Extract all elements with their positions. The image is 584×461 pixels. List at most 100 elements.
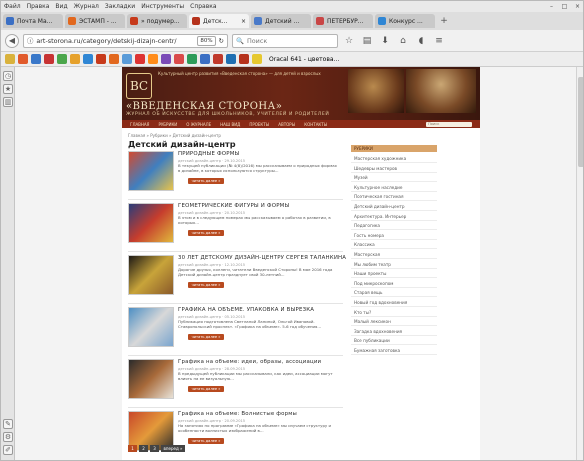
- sidebar-link[interactable]: Музей: [351, 173, 437, 183]
- site-logo[interactable]: ВС: [126, 73, 152, 99]
- site-nav-item[interactable]: КОНТАКТЫ: [304, 122, 327, 127]
- home-icon[interactable]: ⌂: [396, 36, 410, 46]
- post-thumbnail[interactable]: [128, 203, 174, 243]
- zoom-level[interactable]: 80%: [197, 35, 216, 46]
- bookmark-icon[interactable]: [239, 54, 249, 64]
- bookmark-icon[interactable]: [70, 54, 80, 64]
- site-search-input[interactable]: Поиск: [426, 121, 472, 127]
- post-thumbnail[interactable]: [128, 359, 174, 399]
- post-thumbnail[interactable]: [128, 151, 174, 191]
- sidebar-link[interactable]: Кто ты?: [351, 308, 437, 317]
- maximize-button[interactable]: □: [559, 3, 570, 11]
- close-window-button[interactable]: ×: [572, 3, 583, 11]
- settings-icon[interactable]: ⚙: [3, 432, 13, 442]
- search-input[interactable]: 🔍 Поиск: [232, 33, 338, 48]
- site-nav-item[interactable]: ГЛАВНАЯ: [130, 122, 149, 127]
- bookmark-icon[interactable]: [96, 54, 106, 64]
- read-more-button[interactable]: читать далее »: [188, 386, 224, 392]
- read-more-button[interactable]: читать далее »: [188, 178, 224, 184]
- page-scrollbar[interactable]: [576, 67, 583, 460]
- sidebar-link[interactable]: Старая вещь: [351, 288, 437, 298]
- info-icon[interactable]: ⓘ: [27, 36, 33, 45]
- tab-detskij[interactable]: Детский ...: [251, 14, 311, 28]
- page-3-button[interactable]: 3: [150, 445, 159, 452]
- reload-icon[interactable]: ↻: [219, 37, 224, 45]
- tab-estamp[interactable]: ЭСТАМП - ...: [65, 14, 125, 28]
- bookmark-icon[interactable]: [122, 54, 132, 64]
- bookmark-icon[interactable]: [18, 54, 28, 64]
- read-more-button[interactable]: читать далее »: [188, 282, 224, 288]
- site-nav-item[interactable]: АВТОРЫ: [278, 122, 295, 127]
- read-more-button[interactable]: читать далее »: [188, 230, 224, 236]
- read-more-button[interactable]: читать далее »: [188, 438, 224, 444]
- site-nav-item[interactable]: ПРОЕКТЫ: [249, 122, 269, 127]
- scrollbar-thumb[interactable]: [578, 77, 583, 167]
- download-icon[interactable]: ⬇: [378, 36, 392, 46]
- reading-list-icon[interactable]: ▤: [360, 36, 374, 46]
- bookmark-icon[interactable]: [161, 54, 171, 64]
- site-title[interactable]: «ВВЕДЕНСКАЯ СТОРОНА»: [126, 101, 282, 112]
- bookmark-icon[interactable]: [109, 54, 119, 64]
- site-nav-item[interactable]: НАШ ВИД: [220, 122, 240, 127]
- panel-icon[interactable]: ▥: [3, 97, 13, 107]
- next-page-button[interactable]: вперед »: [161, 445, 185, 452]
- site-nav-item[interactable]: РУБРИКИ: [158, 122, 177, 127]
- bookmark-icon[interactable]: [44, 54, 54, 64]
- pocket-icon[interactable]: ◖: [414, 36, 428, 46]
- sidebar-link[interactable]: Загадка вдохновения: [351, 327, 437, 336]
- sidebar-link[interactable]: Мы любим театр: [351, 260, 437, 269]
- tab-podumer[interactable]: » подумер...: [127, 14, 187, 28]
- sidebar-link[interactable]: Под микроскопом: [351, 279, 437, 288]
- menu-tools[interactable]: Инструменты: [141, 3, 184, 10]
- post-thumbnail[interactable]: [128, 255, 174, 295]
- post-title[interactable]: ГРАФИКА НА ОБЪЕМЕ. УПАКОВКА И ВЫРЕЗКА: [178, 307, 314, 313]
- read-more-button[interactable]: читать далее »: [188, 334, 224, 340]
- tab-peterburg[interactable]: ПЕТЕРБУР...: [313, 14, 373, 28]
- sidebar-link[interactable]: Поэтическая гостиная: [351, 192, 437, 202]
- sidebar-link[interactable]: Классика: [351, 240, 437, 250]
- bookmark-icon[interactable]: [213, 54, 223, 64]
- tab-konkurs[interactable]: Конкурс ...: [375, 14, 435, 28]
- history-icon[interactable]: ◷: [3, 71, 13, 81]
- edit-icon[interactable]: ✐: [3, 445, 13, 455]
- breadcrumb[interactable]: Главная » Рубрики » Детский дизайн-центр: [128, 133, 221, 138]
- bookmark-icon[interactable]: [200, 54, 210, 64]
- bookmark-icon[interactable]: [252, 54, 262, 64]
- post-title[interactable]: ГЕОМЕТРИЧЕСКИЕ ФИГУРЫ И ФОРМЫ: [178, 203, 289, 209]
- bookmark-star-icon[interactable]: ★: [3, 84, 13, 94]
- tab-active[interactable]: Детск... ×: [189, 14, 249, 28]
- url-bar[interactable]: ⓘ art-storona.ru/category/detskij-dizajn…: [23, 33, 228, 48]
- new-tab-icon[interactable]: +: [437, 16, 451, 26]
- sidebar-link[interactable]: Бумажная заготовка: [351, 346, 437, 355]
- sidebar-link[interactable]: Мастерская художника: [351, 154, 437, 163]
- bookmark-icon[interactable]: [31, 54, 41, 64]
- sidebar-link[interactable]: Детский дизайн-центр: [351, 202, 437, 211]
- sidebar-link[interactable]: Гость номера: [351, 231, 437, 240]
- bookmark-icon[interactable]: [226, 54, 236, 64]
- sidebar-link[interactable]: Культурное наследие: [351, 183, 437, 192]
- bookmark-label[interactable]: Oracal 641 - цветова...: [269, 56, 339, 63]
- tab-mail[interactable]: Почта Ма...: [3, 14, 63, 28]
- post-title[interactable]: ПРИРОДНЫЕ ФОРМЫ: [178, 151, 240, 157]
- sidebar-link[interactable]: Архитектура. Интерьер: [351, 212, 437, 221]
- sidebar-link[interactable]: Все публикации: [351, 336, 437, 346]
- sidebar-link[interactable]: Малый лексикон: [351, 317, 437, 327]
- sidebar-link[interactable]: Новый год вдохновения: [351, 298, 437, 307]
- post-title[interactable]: Графика на объеме: Волнистые формы: [178, 411, 297, 417]
- post-title[interactable]: Графика на объеме: идеи, образы, ассоциа…: [178, 359, 321, 365]
- bookmark-icon[interactable]: [187, 54, 197, 64]
- sidebar-link[interactable]: Мастерская: [351, 250, 437, 259]
- post-title[interactable]: 30 ЛЕТ ДЕТСКОМУ ДИЗАЙН-ЦЕНТРУ СЕРГЕЯ ТАЛ…: [178, 255, 346, 261]
- menu-edit[interactable]: Правка: [27, 3, 50, 10]
- minimize-button[interactable]: –: [546, 3, 557, 11]
- bookmark-icon[interactable]: [57, 54, 67, 64]
- close-tab-icon[interactable]: ×: [241, 18, 246, 25]
- menu-view[interactable]: Вид: [55, 3, 67, 10]
- menu-history[interactable]: Журнал: [74, 3, 99, 10]
- sidebar-link[interactable]: Наши проекты: [351, 269, 437, 279]
- back-button[interactable]: ◀: [5, 33, 19, 48]
- page-1-button[interactable]: 1: [128, 445, 137, 452]
- star-icon[interactable]: ☆: [342, 36, 356, 46]
- sidebar-link[interactable]: Педагогика: [351, 221, 437, 231]
- menu-icon[interactable]: ≡: [432, 36, 446, 46]
